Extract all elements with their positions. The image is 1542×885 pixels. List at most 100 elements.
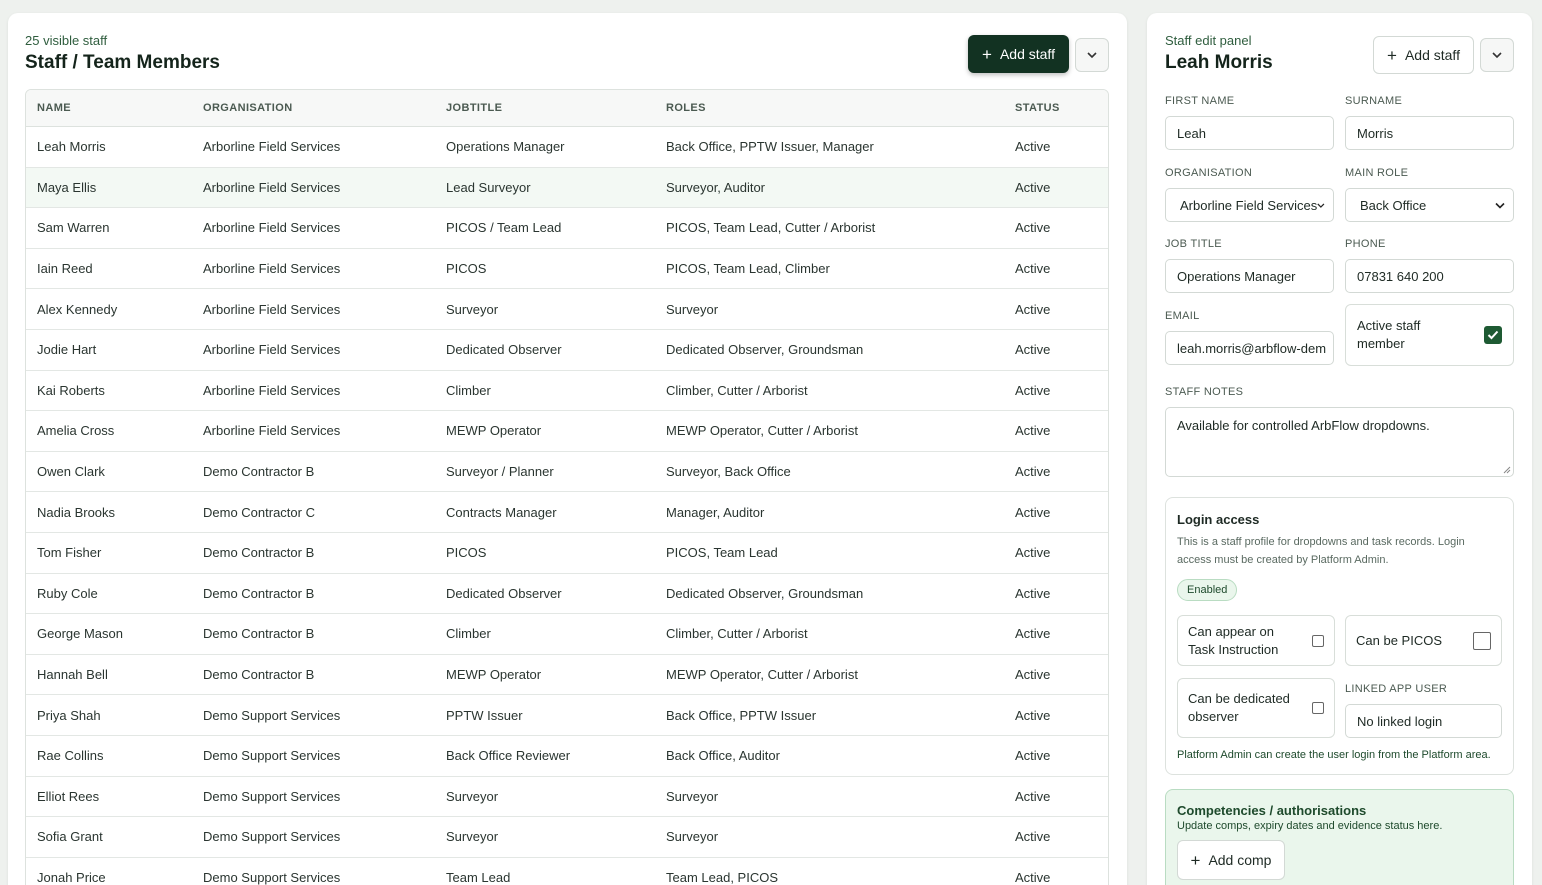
cell-status: Active xyxy=(1015,342,1051,358)
surname-field[interactable]: Morris xyxy=(1345,116,1514,150)
cell-status: Active xyxy=(1015,545,1051,561)
table-row[interactable]: Sam Warren Arborline Field Services PICOS … xyxy=(26,208,1108,249)
staff-table: NAME ORGANISATION JOBTITLE ROLES STATUS … xyxy=(25,89,1109,885)
cell-status: Active xyxy=(1015,707,1051,723)
cell-roles: Dedicated Observer, Groundsman xyxy=(666,585,864,601)
cell-status: Active xyxy=(1015,261,1051,277)
dedicated-observer-checkbox[interactable] xyxy=(1312,702,1324,714)
table-row[interactable]: Rae Collins Demo Support Services Back Off… xyxy=(26,736,1108,777)
platform-admin-note: Platform Admin can create the user login… xyxy=(1177,749,1491,761)
main-role-select[interactable]: Back Office xyxy=(1345,188,1514,222)
first-name-field[interactable]: Leah xyxy=(1165,116,1334,150)
cell-organisation: Demo Contractor B xyxy=(203,585,315,601)
chevron-down-icon xyxy=(1492,52,1502,59)
table-row[interactable]: Alex Kennedy Arborline Field Services Surv… xyxy=(26,289,1108,330)
table-row[interactable]: Elliot Rees Demo Support Services Surveyor… xyxy=(26,777,1108,818)
cell-name: Priya Shah xyxy=(37,707,101,723)
cell-name: Elliot Rees xyxy=(37,788,100,804)
first-name-label: FIRST NAME xyxy=(1165,95,1235,107)
checkmark-icon xyxy=(1487,330,1499,340)
cell-roles: MEWP Operator, Cutter / Arborist xyxy=(666,667,858,683)
cell-roles: PICOS, Team Lead, Cutter / Arborist xyxy=(666,220,876,236)
cell-jobtitle: PPTW Issuer xyxy=(446,707,523,723)
table-row[interactable]: George Mason Demo Contractor B Climber Clim… xyxy=(26,614,1108,655)
cell-status: Active xyxy=(1015,869,1051,885)
table-row[interactable]: Iain Reed Arborline Field Services PICOS PI… xyxy=(26,249,1108,290)
cell-organisation: Demo Support Services xyxy=(203,748,341,764)
panel-more-options-button[interactable] xyxy=(1480,38,1514,72)
resize-handle-icon[interactable] xyxy=(1503,466,1511,474)
cell-name: Leah Morris xyxy=(37,139,106,155)
email-label: EMAIL xyxy=(1165,310,1200,322)
task-instruction-checkbox[interactable] xyxy=(1312,634,1324,647)
login-access-section: Login access This is a staff profile for… xyxy=(1165,497,1514,775)
cell-organisation: Demo Contractor B xyxy=(203,464,315,480)
cell-roles: PICOS, Team Lead, Climber xyxy=(666,261,830,277)
main-role-value: Back Office xyxy=(1360,197,1427,213)
organisation-select[interactable]: Arborline Field Services xyxy=(1165,188,1334,222)
cell-organisation: Demo Contractor C xyxy=(203,504,315,520)
cell-organisation: Arborline Field Services xyxy=(203,301,341,317)
chevron-down-icon xyxy=(1495,202,1505,209)
column-header-status[interactable]: STATUS xyxy=(1015,102,1060,114)
table-row[interactable]: Ruby Cole Demo Contractor B Dedicated Obse… xyxy=(26,574,1108,615)
cell-name: Maya Ellis xyxy=(37,179,97,195)
cell-roles: Team Lead, PICOS xyxy=(666,869,778,885)
add-comp-button[interactable]: + Add comp xyxy=(1177,840,1285,880)
table-row[interactable]: Sofia Grant Demo Support Services Surveyor… xyxy=(26,817,1108,858)
competencies-section: Competencies / authorisations Update com… xyxy=(1165,789,1514,885)
table-row[interactable]: Amelia Cross Arborline Field Services MEWP… xyxy=(26,411,1108,452)
table-row[interactable]: Kai Roberts Arborline Field Services Climb… xyxy=(26,371,1108,412)
table-row[interactable]: Nadia Brooks Demo Contractor C Contracts M… xyxy=(26,492,1108,533)
table-row[interactable]: Hannah Bell Demo Contractor B MEWP Operato… xyxy=(26,655,1108,696)
add-staff-button[interactable]: + Add staff xyxy=(968,35,1069,73)
cell-jobtitle: Lead Surveyor xyxy=(446,179,531,195)
cell-status: Active xyxy=(1015,139,1051,155)
picos-checkbox[interactable] xyxy=(1473,631,1491,650)
panel-add-staff-button[interactable]: + Add staff xyxy=(1373,36,1474,74)
job-title-label: JOB TITLE xyxy=(1165,238,1222,250)
active-staff-checkbox[interactable] xyxy=(1484,326,1502,344)
phone-field[interactable]: 07831 640 200 xyxy=(1345,259,1514,293)
cell-status: Active xyxy=(1015,829,1051,845)
cell-status: Active xyxy=(1015,464,1051,480)
table-row[interactable]: Owen Clark Demo Contractor B Surveyor / Pl… xyxy=(26,452,1108,493)
chevron-down-icon xyxy=(1317,203,1325,208)
email-field[interactable]: leah.morris@arbflow-dem xyxy=(1165,331,1334,365)
column-header-organisation[interactable]: ORGANISATION xyxy=(203,102,293,114)
cell-roles: Surveyor, Auditor xyxy=(666,179,765,195)
picos-option[interactable]: Can be PICOS xyxy=(1345,615,1502,666)
task-instruction-option[interactable]: Can appear on Task Instruction xyxy=(1177,615,1335,666)
table-row[interactable]: Priya Shah Demo Support Services PPTW Issu… xyxy=(26,695,1108,736)
staff-list-card: 25 visible staff Staff / Team Members + … xyxy=(8,13,1127,885)
active-staff-toggle[interactable]: Active staff member xyxy=(1345,304,1514,366)
table-row[interactable]: Jodie Hart Arborline Field Services Dedica… xyxy=(26,330,1108,371)
organisation-value: Arborline Field Services xyxy=(1180,197,1318,213)
plus-icon: + xyxy=(982,44,992,64)
cell-jobtitle: Surveyor xyxy=(446,788,499,804)
table-row[interactable]: Jonah Price Demo Support Services Team Lea… xyxy=(26,858,1108,885)
cell-status: Active xyxy=(1015,423,1051,439)
table-row[interactable]: Leah Morris Arborline Field Services Opera… xyxy=(26,127,1108,168)
column-header-roles[interactable]: ROLES xyxy=(666,102,706,114)
cell-status: Active xyxy=(1015,179,1051,195)
cell-status: Active xyxy=(1015,788,1051,804)
cell-organisation: Demo Contractor B xyxy=(203,667,315,683)
column-header-jobtitle[interactable]: JOBTITLE xyxy=(446,102,502,114)
job-title-field[interactable]: Operations Manager xyxy=(1165,259,1334,293)
competencies-title: Competencies / authorisations xyxy=(1177,803,1367,818)
cell-name: Tom Fisher xyxy=(37,545,102,561)
linked-app-user-field[interactable]: No linked login xyxy=(1345,704,1502,738)
visible-staff-count: 25 visible staff xyxy=(25,33,108,48)
cell-jobtitle: PICOS xyxy=(446,545,487,561)
dedicated-observer-option[interactable]: Can be dedicated observer xyxy=(1177,678,1335,738)
staff-notes-textarea[interactable]: Available for controlled ArbFlow dropdow… xyxy=(1165,407,1514,477)
cell-name: George Mason xyxy=(37,626,123,642)
plus-icon: + xyxy=(1190,850,1201,870)
table-row[interactable]: Maya Ellis Arborline Field Services Lead S… xyxy=(26,167,1108,209)
column-header-name[interactable]: NAME xyxy=(37,102,71,114)
cell-status: Active xyxy=(1015,667,1051,683)
table-row[interactable]: Tom Fisher Demo Contractor B PICOS PICOS, T… xyxy=(26,533,1108,574)
more-options-button[interactable] xyxy=(1075,38,1109,72)
cell-jobtitle: Surveyor xyxy=(446,829,499,845)
